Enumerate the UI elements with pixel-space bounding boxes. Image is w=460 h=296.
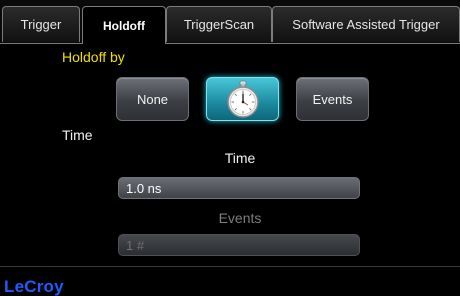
time-input[interactable]: 1.0 ns: [118, 177, 360, 199]
holdoff-time-button[interactable]: [206, 77, 279, 121]
events-input: 1 #: [118, 234, 360, 256]
footer-bar: LeCroy: [0, 266, 460, 296]
holdoff-none-button[interactable]: None: [116, 77, 189, 121]
stopwatch-icon: [226, 80, 260, 118]
holdoff-dialog: Trigger Holdoff TriggerScan Software Ass…: [0, 0, 460, 296]
holdoff-events-button[interactable]: Events: [296, 77, 369, 121]
tab-holdoff[interactable]: Holdoff: [82, 6, 166, 44]
tab-software-assisted-trigger[interactable]: Software Assisted Trigger: [272, 6, 460, 42]
tab-bar: Trigger Holdoff TriggerScan Software Ass…: [0, 0, 460, 44]
lecroy-logo: LeCroy: [4, 277, 64, 296]
holdoff-panel: Holdoff by None Events Time Time 1.0 ns …: [0, 44, 460, 266]
holdoff-mode-label: Time: [62, 127, 93, 143]
events-field-label: Events: [218, 210, 262, 226]
holdoff-by-title: Holdoff by: [62, 49, 125, 65]
tab-triggerscan[interactable]: TriggerScan: [166, 6, 272, 42]
time-field-label: Time: [224, 150, 256, 166]
tab-trigger[interactable]: Trigger: [2, 6, 80, 42]
